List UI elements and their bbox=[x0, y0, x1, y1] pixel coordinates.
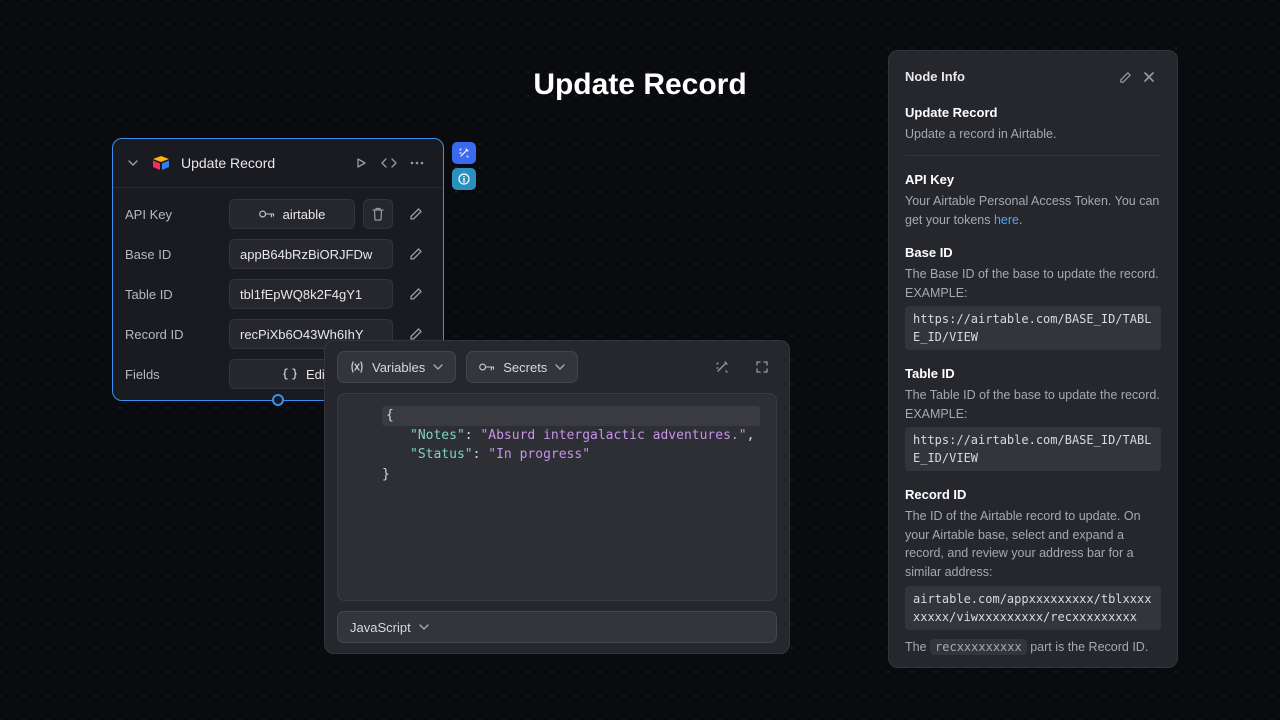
code-editor[interactable]: { "Notes": "Absurd intergalactic adventu… bbox=[337, 393, 777, 601]
param-label: API Key bbox=[125, 207, 221, 222]
param-label: Record ID bbox=[125, 327, 221, 342]
api-key-value: airtable bbox=[283, 207, 326, 222]
tokens-link[interactable]: here bbox=[994, 213, 1019, 227]
node-header: Update Record bbox=[113, 139, 443, 188]
collapse-toggle[interactable] bbox=[125, 155, 141, 171]
key-icon bbox=[259, 208, 275, 220]
chevron-down-icon bbox=[419, 623, 429, 631]
code-key: "Notes" bbox=[410, 428, 465, 443]
code-key: "Status" bbox=[410, 447, 473, 462]
info-example-code: https://airtable.com/BASE_ID/TABLE_ID/VI… bbox=[905, 306, 1161, 350]
table-id-value: tbl1fEpWQ8k2F4gY1 bbox=[240, 287, 362, 302]
info-body: The Base ID of the base to update the re… bbox=[905, 265, 1161, 284]
param-label: Base ID bbox=[125, 247, 221, 262]
variables-label: Variables bbox=[372, 360, 425, 375]
editor-toolbar: Variables Secrets bbox=[325, 341, 789, 393]
code-value: "Absurd intergalactic adventures." bbox=[480, 428, 746, 443]
code-icon[interactable] bbox=[375, 149, 403, 177]
output-port[interactable] bbox=[272, 394, 284, 406]
trash-icon[interactable] bbox=[363, 199, 393, 229]
info-title: Base ID bbox=[905, 243, 1161, 263]
secrets-label: Secrets bbox=[503, 360, 547, 375]
pencil-icon[interactable] bbox=[401, 279, 431, 309]
editor-footer: JavaScript bbox=[325, 601, 789, 653]
language-label: JavaScript bbox=[350, 620, 411, 635]
info-example-code: airtable.com/appxxxxxxxxx/tblxxxxxxxxx/v… bbox=[905, 586, 1161, 630]
magic-wand-icon[interactable] bbox=[452, 142, 476, 164]
code-editor-panel: Variables Secrets { "Notes": "Absurd int… bbox=[324, 340, 790, 654]
info-text: The recxxxxxxxxx part is the Record ID. bbox=[905, 638, 1161, 657]
pencil-icon[interactable] bbox=[1113, 65, 1137, 89]
base-id-value: appB64bRzBiORJFDw bbox=[240, 247, 372, 262]
node-title: Update Record bbox=[181, 155, 347, 171]
info-heading: Update Record bbox=[905, 103, 1161, 123]
info-icon[interactable] bbox=[452, 168, 476, 190]
info-body: The Table ID of the base to update the r… bbox=[905, 386, 1161, 405]
play-icon[interactable] bbox=[347, 149, 375, 177]
param-label: Fields bbox=[125, 367, 221, 382]
base-id-field[interactable]: appB64bRzBiORJFDw bbox=[229, 239, 393, 269]
secrets-dropdown[interactable]: Secrets bbox=[466, 351, 578, 383]
info-subheading: Update a record in Airtable. bbox=[905, 125, 1161, 144]
pencil-icon[interactable] bbox=[401, 239, 431, 269]
info-text: . bbox=[1019, 213, 1022, 227]
info-section-heading: Update Record Update a record in Airtabl… bbox=[905, 103, 1161, 156]
airtable-logo-icon bbox=[151, 153, 171, 173]
info-section-base-id: Base ID The Base ID of the base to updat… bbox=[905, 243, 1161, 350]
chevron-down-icon bbox=[433, 363, 443, 371]
info-text: The bbox=[905, 640, 930, 654]
table-id-field[interactable]: tbl1fEpWQ8k2F4gY1 bbox=[229, 279, 393, 309]
variable-icon bbox=[350, 361, 364, 373]
magic-wand-icon[interactable] bbox=[707, 352, 737, 382]
info-example-label: EXAMPLE: bbox=[905, 284, 1161, 303]
language-dropdown[interactable]: JavaScript bbox=[337, 611, 777, 643]
param-row-api-key: API Key airtable bbox=[113, 194, 443, 234]
close-icon[interactable] bbox=[1137, 65, 1161, 89]
info-section-table-id: Table ID The Table ID of the base to upd… bbox=[905, 364, 1161, 471]
page-title: Update Record bbox=[533, 68, 746, 102]
info-text: Your Airtable Personal Access Token. You… bbox=[905, 194, 1159, 227]
info-header: Node Info bbox=[905, 65, 1161, 89]
chevron-down-icon bbox=[555, 363, 565, 371]
param-row-table-id: Table ID tbl1fEpWQ8k2F4gY1 bbox=[113, 274, 443, 314]
info-title: Record ID bbox=[905, 485, 1161, 505]
info-inline-code: recxxxxxxxxx bbox=[930, 639, 1027, 655]
info-title: API Key bbox=[905, 170, 1161, 190]
code-value: "In progress" bbox=[488, 447, 590, 462]
pencil-icon[interactable] bbox=[401, 199, 431, 229]
info-panel-title: Node Info bbox=[905, 67, 1113, 87]
expand-icon[interactable] bbox=[747, 352, 777, 382]
info-example-label: EXAMPLE: bbox=[905, 405, 1161, 424]
key-icon bbox=[479, 362, 495, 372]
info-body: Your Airtable Personal Access Token. You… bbox=[905, 192, 1161, 230]
param-label: Table ID bbox=[125, 287, 221, 302]
api-key-field[interactable]: airtable bbox=[229, 199, 355, 229]
info-section-api-key: API Key Your Airtable Personal Access To… bbox=[905, 170, 1161, 229]
info-title: Table ID bbox=[905, 364, 1161, 384]
info-body: The ID of the Airtable record to update.… bbox=[905, 507, 1161, 582]
info-example-code: https://airtable.com/BASE_ID/TABLE_ID/VI… bbox=[905, 427, 1161, 471]
node-side-toolbar bbox=[452, 142, 476, 190]
node-info-panel: Node Info Update Record Update a record … bbox=[888, 50, 1178, 668]
info-text: part is the Record ID. bbox=[1027, 640, 1149, 654]
more-icon[interactable] bbox=[403, 149, 431, 177]
variables-dropdown[interactable]: Variables bbox=[337, 351, 456, 383]
param-row-base-id: Base ID appB64bRzBiORJFDw bbox=[113, 234, 443, 274]
braces-icon bbox=[282, 368, 298, 380]
info-section-record-id: Record ID The ID of the Airtable record … bbox=[905, 485, 1161, 656]
